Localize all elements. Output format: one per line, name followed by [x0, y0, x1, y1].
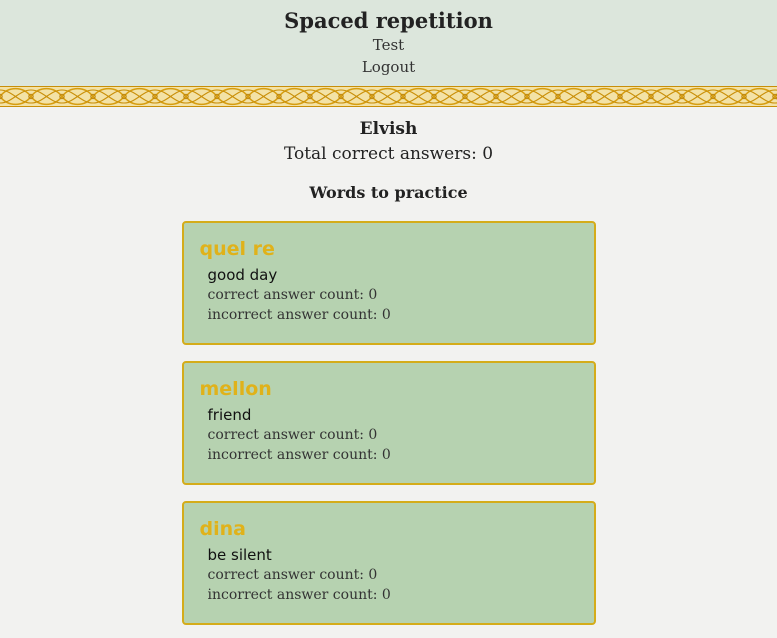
header-nav: Test Logout [0, 34, 777, 78]
word-original: mellon [199, 378, 272, 400]
total-correct-answers: Total correct answers: 0 [283, 144, 494, 164]
incorrect-count: incorrect answer count: 0 [207, 307, 391, 323]
user-link[interactable]: Test [0, 34, 777, 56]
word-translation: good day [207, 266, 278, 284]
word-card[interactable]: mellon friend correct answer count: 0 in… [181, 361, 596, 485]
words-section-heading: Words to practice [309, 183, 468, 202]
correct-count: correct answer count: 0 [207, 427, 378, 443]
app-header: Spaced repetition Test Logout [0, 0, 777, 86]
incorrect-count: incorrect answer count: 0 [207, 447, 391, 463]
app-title: Spaced repetition [284, 8, 493, 33]
word-card[interactable]: quel re good day correct answer count: 0… [181, 221, 596, 345]
language-name: Elvish [359, 119, 418, 139]
decorative-border [0, 86, 777, 107]
word-card[interactable]: dina be silent correct answer count: 0 i… [181, 501, 596, 625]
word-original: dina [199, 518, 246, 540]
word-original: quel re [199, 238, 275, 260]
logout-link[interactable]: Logout [0, 56, 777, 78]
incorrect-count: incorrect answer count: 0 [207, 587, 391, 603]
correct-count: correct answer count: 0 [207, 287, 378, 303]
dashboard-main: Elvish Total correct answers: 0 Words to… [0, 118, 777, 625]
word-list: quel re good day correct answer count: 0… [181, 221, 596, 625]
word-translation: be silent [207, 546, 272, 564]
word-translation: friend [207, 406, 252, 424]
correct-count: correct answer count: 0 [207, 567, 378, 583]
